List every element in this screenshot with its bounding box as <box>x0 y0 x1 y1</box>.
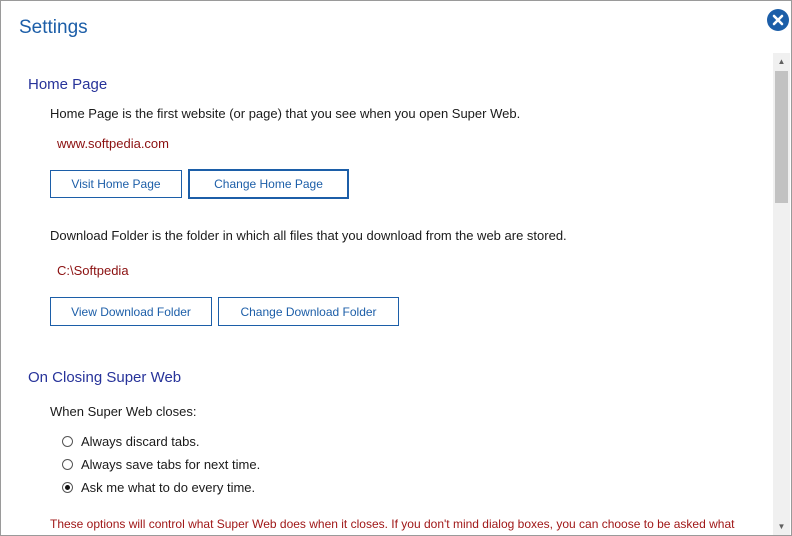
home-page-description: Home Page is the first website (or page)… <box>50 106 521 121</box>
close-circle-icon <box>772 14 784 26</box>
radio-label: Always discard tabs. <box>81 434 200 449</box>
radio-button[interactable] <box>62 459 73 470</box>
radio-button-selected[interactable] <box>62 482 73 493</box>
scroll-down-icon[interactable]: ▼ <box>773 518 790 535</box>
radio-label: Ask me what to do every time. <box>81 480 256 495</box>
on-closing-prompt: When Super Web closes: <box>50 404 197 419</box>
radio-option-discard-tabs[interactable]: Always discard tabs. <box>62 434 200 449</box>
visit-home-page-button[interactable]: Visit Home Page <box>50 170 182 198</box>
on-closing-note: These options will control what Super We… <box>50 517 735 531</box>
settings-window: Settings Home Page Home Page is the firs… <box>0 0 792 536</box>
close-button[interactable] <box>767 9 789 31</box>
home-page-section-title: Home Page <box>28 76 108 93</box>
home-page-url: www.softpedia.com <box>57 136 169 151</box>
on-closing-section-title: On Closing Super Web <box>28 369 182 386</box>
radio-label: Always save tabs for next time. <box>81 457 261 472</box>
radio-option-save-tabs[interactable]: Always save tabs for next time. <box>62 457 260 472</box>
scroll-up-icon[interactable]: ▲ <box>773 53 790 70</box>
page-title: Settings <box>19 17 88 38</box>
change-home-page-button[interactable]: Change Home Page <box>188 169 349 199</box>
view-download-folder-button[interactable]: View Download Folder <box>50 297 212 326</box>
scrollbar-thumb[interactable] <box>775 71 788 203</box>
change-download-folder-button[interactable]: Change Download Folder <box>218 297 399 326</box>
radio-option-ask-every-time[interactable]: Ask me what to do every time. <box>62 480 255 495</box>
vertical-scrollbar[interactable]: ▲ ▼ <box>773 53 790 535</box>
radio-button[interactable] <box>62 436 73 447</box>
download-folder-path: C:\Softpedia <box>57 263 129 278</box>
download-folder-description: Download Folder is the folder in which a… <box>50 228 567 243</box>
